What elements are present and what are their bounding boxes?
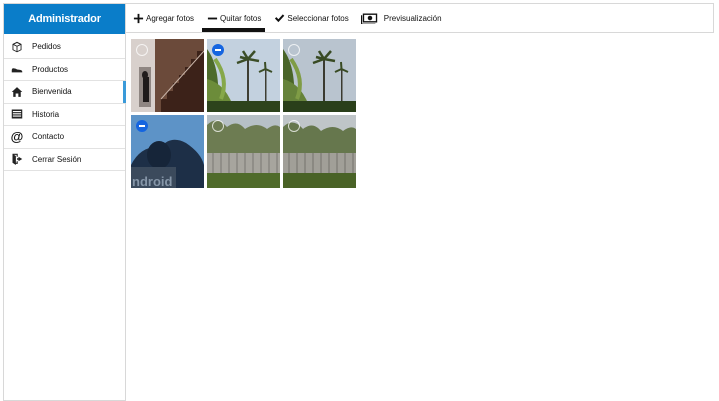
select-photos-button[interactable]: Seleccionar fotos	[267, 4, 354, 32]
sidebar-item-productos[interactable]: Productos	[4, 59, 125, 81]
sidebar-item-label: Cerrar Sesión	[32, 154, 82, 164]
selected-minus-badge[interactable]	[212, 44, 224, 56]
sidebar-item-bienvenida[interactable]: Bienvenida	[4, 81, 126, 104]
select-checkbox[interactable]	[288, 44, 300, 56]
preview-button[interactable]: Previsualización	[355, 4, 448, 32]
photo-thumbnail[interactable]	[283, 39, 356, 112]
sidebar-item-contacto[interactable]: @ Contacto	[4, 126, 125, 149]
photo-thumbnail[interactable]	[207, 115, 280, 188]
select-checkbox[interactable]	[212, 120, 224, 132]
photo-thumbnail[interactable]	[283, 115, 356, 188]
sidebar-item-label: Bienvenida	[32, 87, 72, 97]
photo-thumbnail[interactable]: ndroid	[131, 115, 204, 188]
sidebar-item-pedidos[interactable]: Pedidos	[4, 36, 125, 59]
selected-minus-badge[interactable]	[136, 120, 148, 132]
sidebar: Administrador Pedidos Productos Bienveni…	[3, 3, 126, 401]
toolbar: Agregar fotos Quitar fotos Seleccionar f…	[126, 3, 714, 33]
sidebar-item-cerrar-sesion[interactable]: Cerrar Sesión	[4, 149, 125, 171]
check-icon	[273, 12, 285, 24]
shoe-icon	[10, 62, 24, 76]
remove-photos-label: Quitar fotos	[220, 13, 262, 23]
select-photos-label: Seleccionar fotos	[287, 13, 349, 23]
sidebar-item-historia[interactable]: Historia	[4, 104, 125, 126]
logout-icon	[10, 152, 24, 166]
sidebar-item-label: Productos	[32, 64, 69, 74]
sidebar-nav: Pedidos Productos Bienvenida Historia @ …	[4, 36, 126, 171]
preview-label: Previsualización	[383, 13, 442, 23]
add-photos-label: Agregar fotos	[146, 13, 195, 23]
select-checkbox[interactable]	[288, 120, 300, 132]
remove-photos-button[interactable]: Quitar fotos	[200, 4, 267, 32]
at-icon: @	[10, 129, 24, 145]
photo-thumbnail[interactable]	[207, 39, 280, 112]
sidebar-title: Administrador	[4, 4, 125, 34]
sidebar-item-label: Historia	[32, 109, 60, 119]
home-icon	[10, 85, 24, 99]
minus-icon	[206, 12, 218, 24]
list-icon	[10, 107, 24, 121]
sidebar-item-label: Contacto	[32, 132, 65, 142]
svg-text:ndroid: ndroid	[132, 174, 172, 188]
box-icon	[10, 40, 24, 54]
plus-icon	[132, 12, 144, 24]
select-checkbox[interactable]	[136, 44, 148, 56]
photo-thumbnail[interactable]	[131, 39, 204, 112]
add-photos-button[interactable]: Agregar fotos	[126, 4, 200, 32]
sidebar-item-label: Pedidos	[32, 42, 61, 52]
preview-icon	[360, 12, 379, 24]
